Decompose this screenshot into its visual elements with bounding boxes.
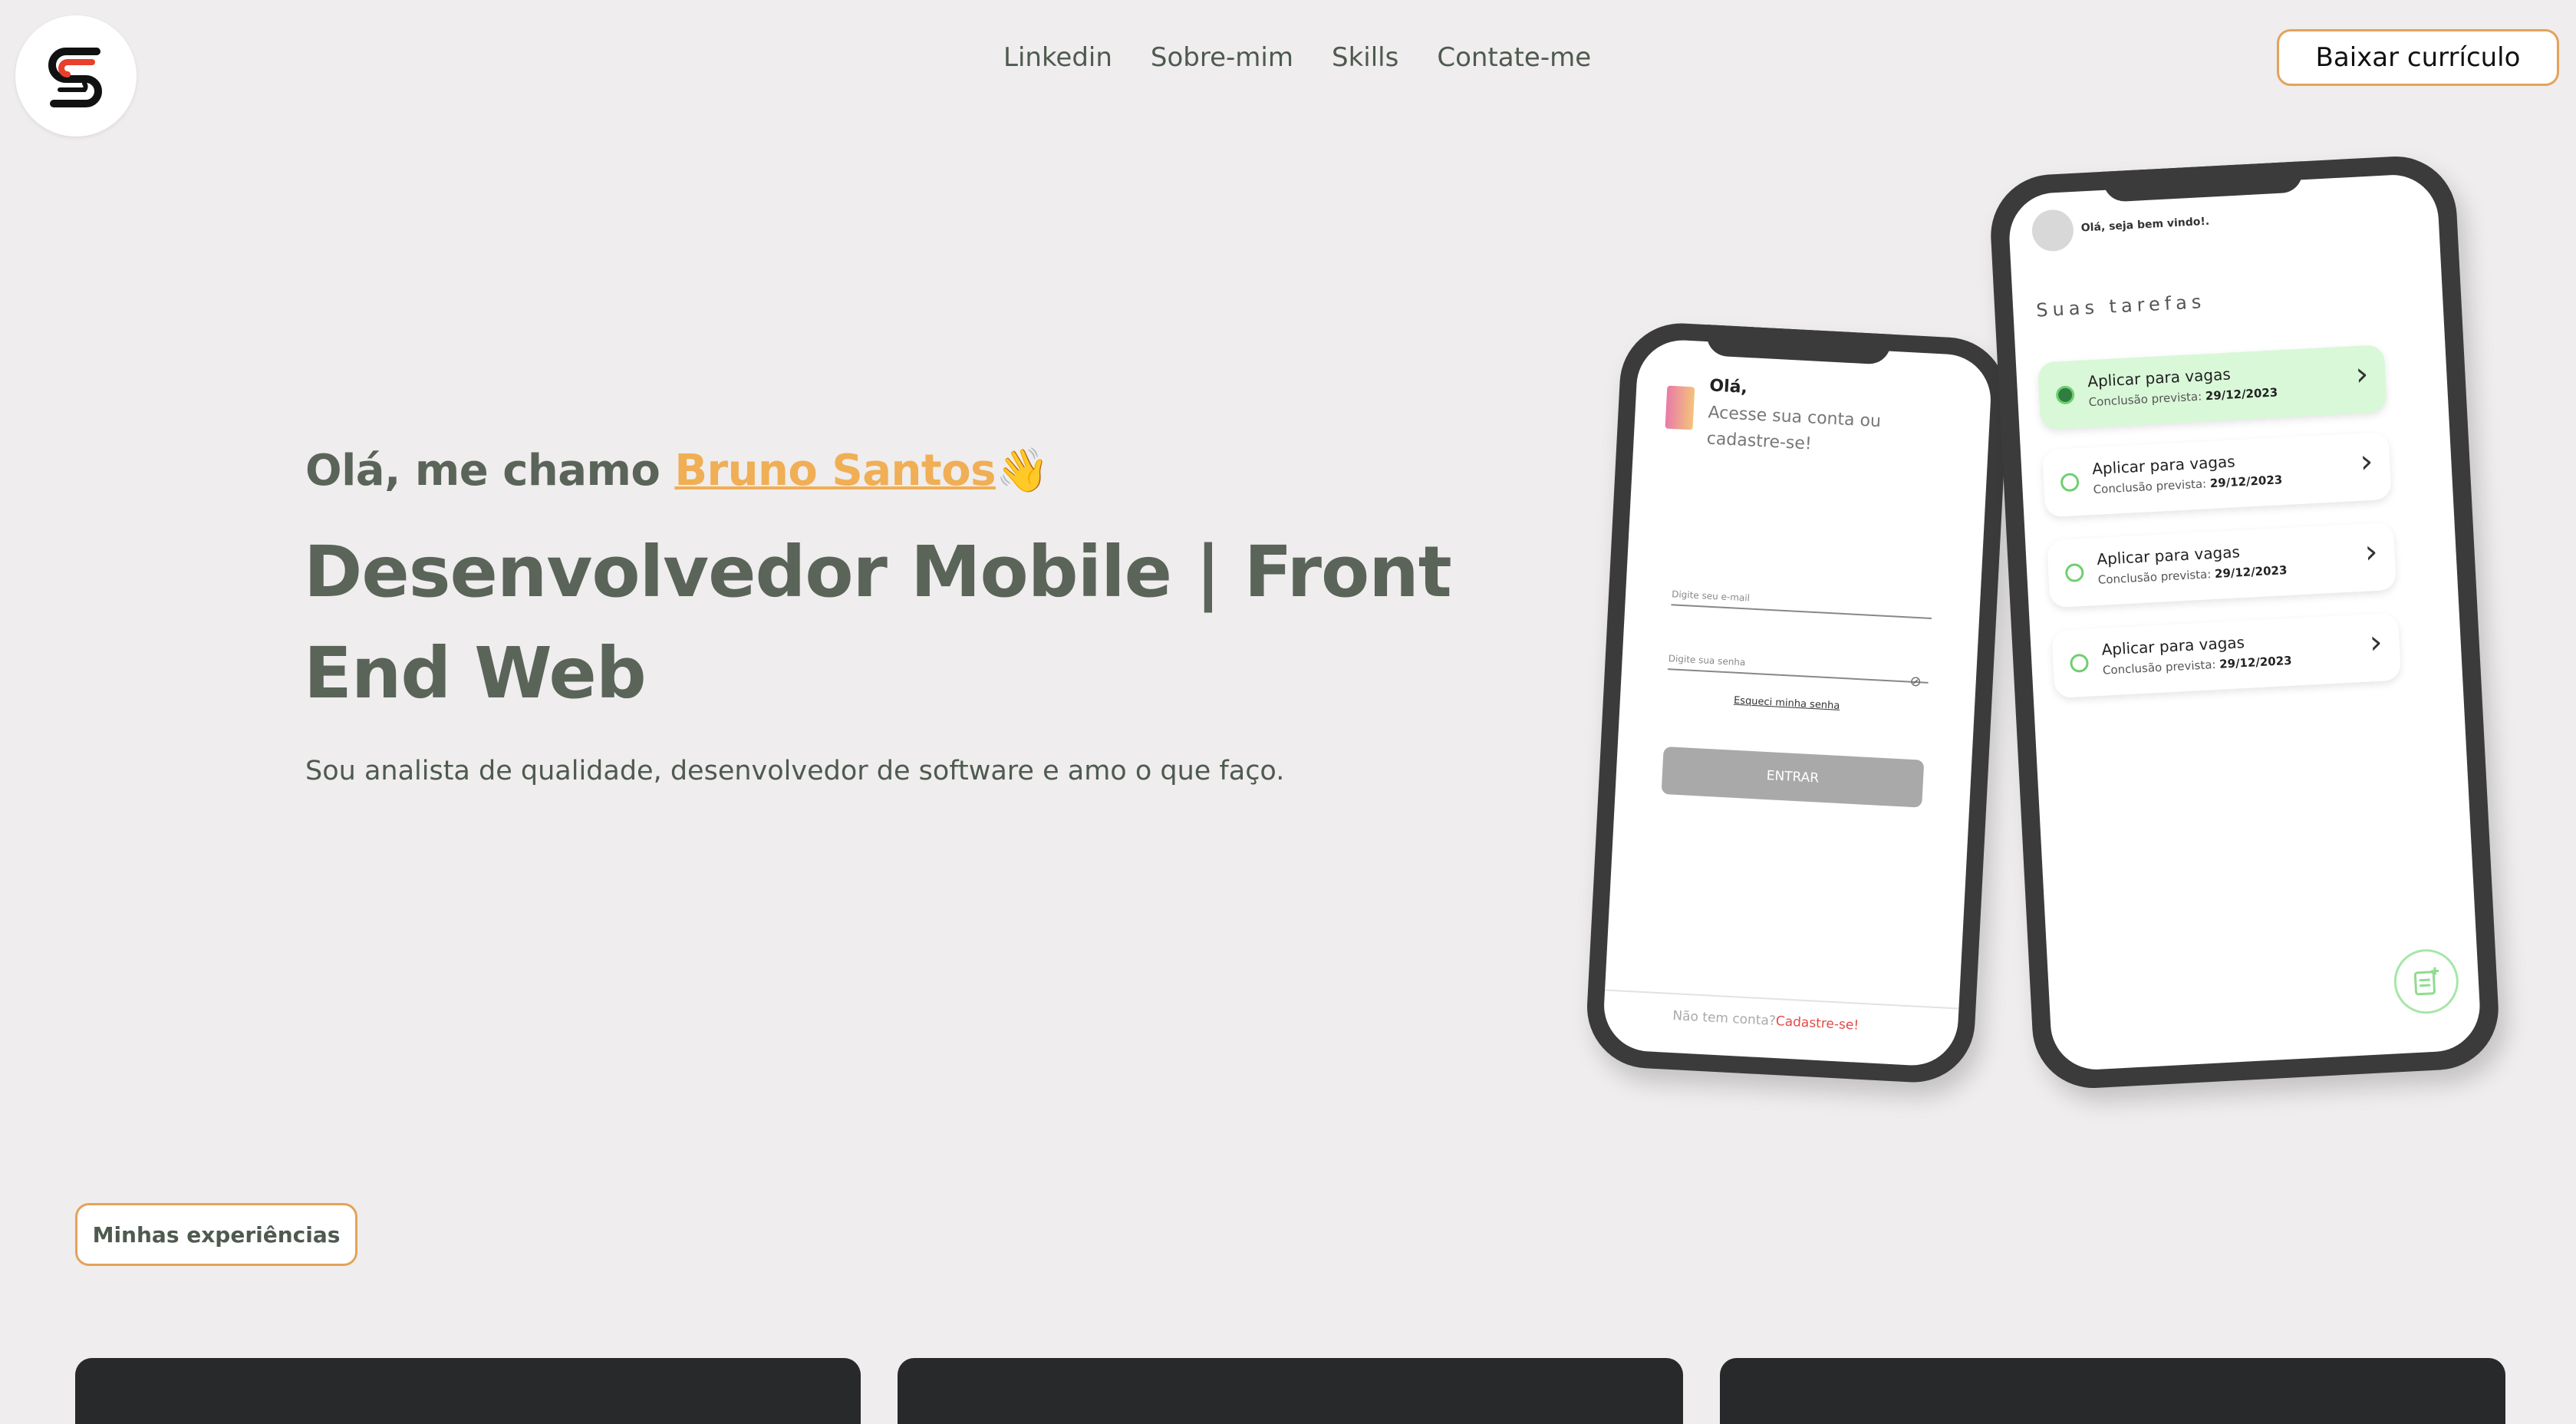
add-task-icon	[2392, 948, 2460, 1016]
greeting-prefix: Olá, me chamo	[305, 446, 675, 496]
forgot-password-link: Esqueci minha senha	[1733, 694, 1840, 712]
task-date-label: Conclusão prevista:	[2088, 389, 2202, 410]
task-date-value: 29/12/2023	[2209, 473, 2283, 491]
hero-greeting: Olá, me chamo Bruno Santos👋	[305, 445, 1049, 496]
task-item: Aplicar para vagas Conclusão prevista: 2…	[2041, 431, 2392, 518]
task-date-value: 29/12/2023	[2214, 563, 2288, 581]
login-text: Acesse sua conta ou cadastre-se!	[1706, 403, 1882, 454]
phone-login-mockup: Olá, Acesse sua conta ou cadastre-se! Di…	[1583, 320, 2011, 1086]
task-name: Aplicar para vagas	[2096, 542, 2241, 569]
experience-card[interactable]	[898, 1358, 1683, 1424]
phone-tasks-screen: Olá, seja bem vindo!. Suas tarefas Aplic…	[2007, 173, 2482, 1072]
avatar-icon	[2031, 209, 2075, 252]
task-item: Aplicar para vagas Conclusão prevista: 2…	[2047, 522, 2397, 608]
chevron-right-icon: ›	[2359, 441, 2374, 480]
task-item: Aplicar para vagas Conclusão prevista: 2…	[2051, 612, 2402, 699]
phone-login-screen: Olá, Acesse sua conta ou cadastre-se! Di…	[1602, 338, 1993, 1068]
task-date-label: Conclusão prevista:	[2093, 476, 2207, 497]
circle-icon	[2060, 473, 2080, 493]
email-field-label: Digite seu e-mail	[1671, 588, 1751, 604]
hero-subtitle: Sou analista de qualidade, desenvolvedor…	[305, 756, 1285, 786]
check-icon	[2055, 385, 2075, 405]
experiences-button[interactable]: Minhas experiências	[75, 1203, 357, 1266]
task-date-label: Conclusão prevista:	[2097, 567, 2212, 587]
login-hello: Olá,	[1708, 376, 1748, 398]
wave-icon: 👋	[995, 446, 1049, 496]
password-field	[1668, 668, 1929, 684]
task-name: Aplicar para vagas	[2087, 364, 2232, 391]
main-nav: Linkedin Sobre-mim Skills Contate-me	[1003, 42, 1591, 73]
phone-tasks-mockup: Olá, seja bem vindo!. Suas tarefas Aplic…	[1988, 153, 2502, 1092]
experience-card[interactable]	[1720, 1358, 2505, 1424]
footer-prefix: Não tem conta?	[1672, 1008, 1777, 1030]
email-field	[1671, 604, 1932, 620]
task-name: Aplicar para vagas	[2091, 452, 2236, 479]
logo[interactable]	[15, 15, 137, 137]
experience-card[interactable]	[75, 1358, 861, 1424]
footer-divider	[1605, 989, 1959, 1010]
s-monogram-logo-icon	[48, 48, 102, 107]
nav-contate-me[interactable]: Contate-me	[1437, 42, 1591, 73]
password-field-label: Digite sua senha	[1668, 653, 1746, 668]
nav-linkedin[interactable]: Linkedin	[1003, 42, 1112, 73]
login-footer: Não tem conta?Cadastre-se!	[1672, 1008, 1860, 1033]
chevron-right-icon: ›	[2364, 532, 2379, 571]
tasks-welcome: Olá, seja bem vindo!.	[2080, 215, 2210, 235]
chevron-right-icon: ›	[2354, 354, 2370, 393]
task-date-label: Conclusão prevista:	[2102, 658, 2216, 677]
nav-skills[interactable]: Skills	[1332, 42, 1398, 73]
eye-off-icon: ⊘	[1909, 673, 1922, 691]
hero-title: Desenvolvedor Mobile | Front End Web	[304, 531, 1452, 714]
author-name: Bruno Santos	[674, 446, 996, 496]
circle-icon	[2064, 562, 2084, 583]
download-cv-button[interactable]: Baixar currículo	[2277, 29, 2559, 86]
nav-sobre-mim[interactable]: Sobre-mim	[1151, 42, 1293, 73]
chevron-right-icon: ›	[2368, 622, 2383, 661]
task-name: Aplicar para vagas	[2100, 633, 2245, 659]
tasks-title: Suas tarefas	[2035, 291, 2206, 321]
book-icon	[1665, 385, 1695, 430]
login-button: ENTRAR	[1661, 746, 1925, 808]
task-date-value: 29/12/2023	[2205, 385, 2278, 404]
signup-link: Cadastre-se!	[1775, 1014, 1860, 1033]
circle-icon	[2069, 653, 2090, 673]
task-item: Aplicar para vagas Conclusão prevista: 2…	[2037, 344, 2387, 430]
task-date-value: 29/12/2023	[2219, 653, 2293, 671]
